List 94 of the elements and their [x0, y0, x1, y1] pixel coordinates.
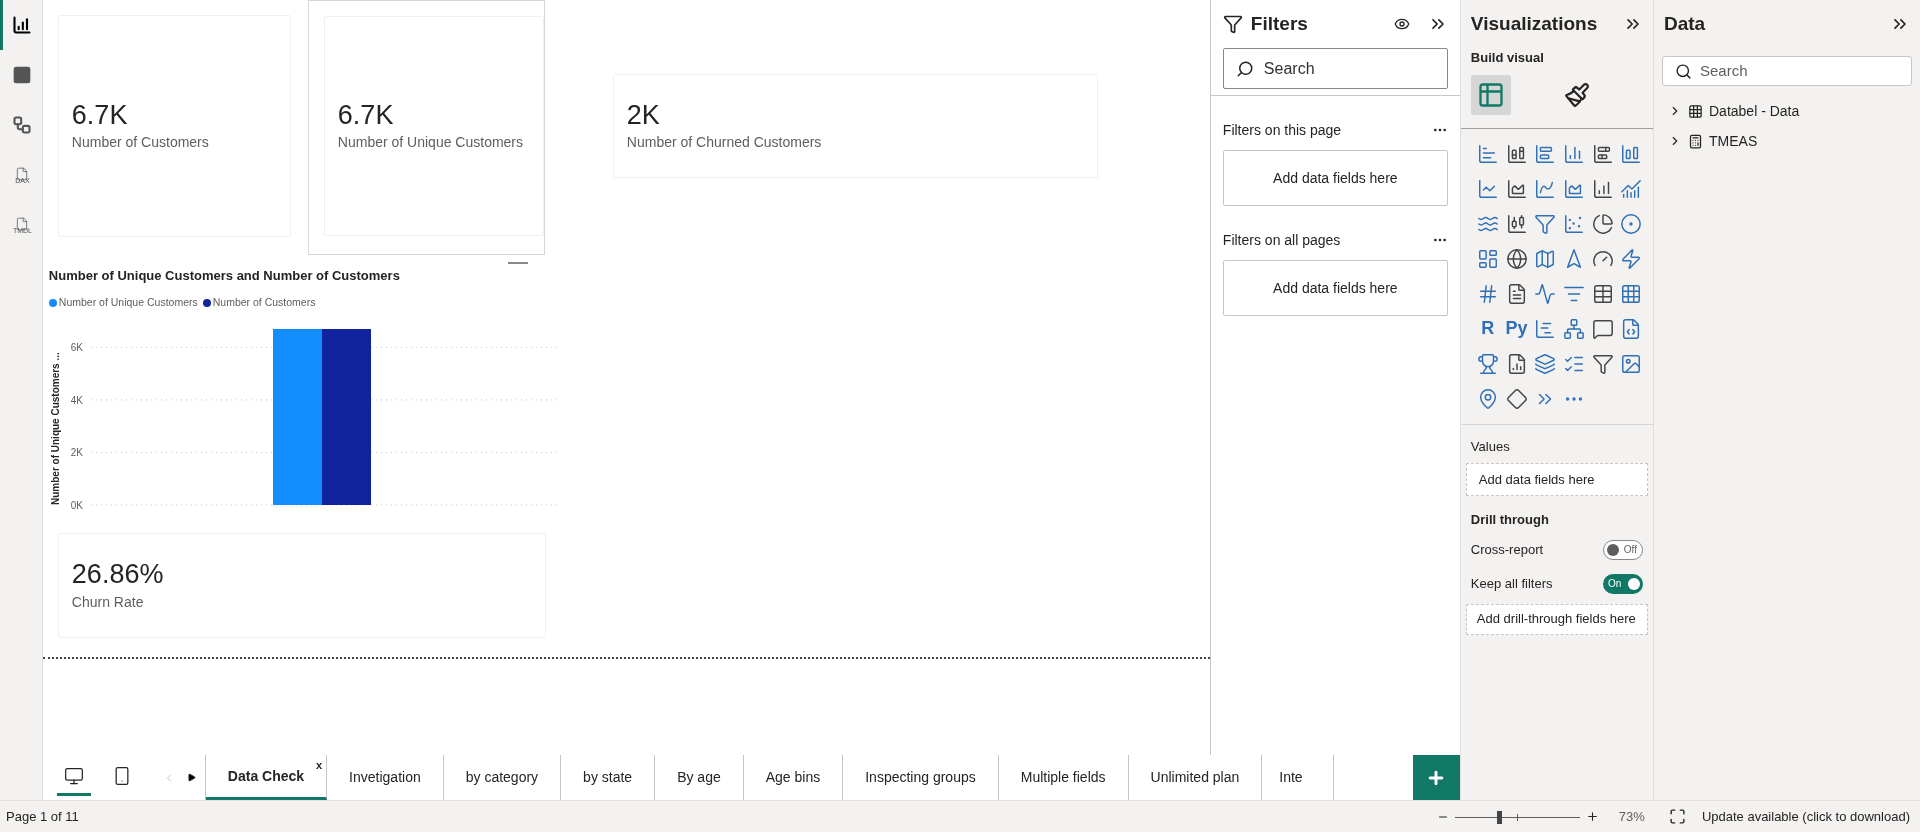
stacked-column-chart-icon[interactable] — [1505, 142, 1528, 165]
selection-frame[interactable]: 6.7K Number of Unique Customers — [307, 0, 545, 255]
funnel-icon[interactable] — [1591, 352, 1614, 375]
trophy-icon[interactable] — [1476, 352, 1499, 375]
update-link[interactable]: Update available (click to download) — [1701, 806, 1910, 827]
card-value: 6.7K — [337, 98, 395, 132]
model-view-icon — [12, 115, 33, 135]
tree-icon[interactable] — [1562, 317, 1585, 340]
column-chart-icon[interactable] — [1562, 142, 1585, 165]
eye-icon[interactable] — [1393, 16, 1410, 32]
section-heading: Values — [1469, 437, 1511, 456]
tree-item[interactable]: TMEAS — [1654, 126, 1920, 156]
line-chart-icon[interactable] — [1534, 177, 1557, 200]
drop-zone[interactable]: Add drill-through fields here — [1465, 603, 1648, 635]
card-value: 6.7K — [71, 98, 129, 132]
area-chart-icon[interactable] — [1505, 177, 1528, 200]
table-name: TMEAS — [1709, 131, 1758, 151]
card-visual[interactable]: 6.7K Number of Unique Customers — [323, 16, 544, 236]
section-heading: Drill through — [1469, 511, 1550, 529]
y-axis-label: Number of Unique Customers ... — [49, 352, 61, 505]
card-value: 26.86% — [71, 558, 165, 592]
table-icon — [1688, 103, 1703, 119]
y-tick-label: 4K — [70, 394, 83, 406]
section-heading: Filters on this page — [1222, 120, 1342, 140]
pane-title: Visualizations — [1470, 11, 1599, 36]
close-tab-glyph[interactable]: x — [316, 757, 323, 774]
desktop-icon — [63, 766, 84, 786]
table-name: Databel - Data — [1709, 101, 1800, 121]
funnel-icon[interactable] — [1534, 212, 1557, 235]
map-icon[interactable] — [1534, 247, 1557, 270]
card-visual[interactable]: 6.7K Number of Customers — [57, 15, 291, 237]
image-icon[interactable] — [1620, 352, 1643, 375]
pane-title: Filters — [1250, 11, 1309, 36]
layers-icon[interactable] — [1534, 352, 1557, 375]
bar-chart-icon[interactable] — [1476, 142, 1499, 165]
report-view-icon — [12, 15, 33, 35]
combo-chart-icon[interactable] — [1620, 177, 1643, 200]
scatter-chart-icon[interactable] — [1562, 212, 1585, 235]
pie-chart-icon[interactable] — [1591, 212, 1614, 235]
column-chart-icon[interactable] — [1591, 177, 1614, 200]
diamond-icon[interactable] — [1505, 387, 1528, 410]
tree-item[interactable]: Databel - Data — [1654, 96, 1920, 126]
area-chart-icon[interactable] — [1562, 177, 1585, 200]
search-input[interactable]: Search — [1263, 56, 1435, 81]
line-chart-icon[interactable] — [1476, 177, 1499, 200]
add-page-button[interactable] — [1412, 755, 1460, 800]
zoom-in-icon[interactable] — [1585, 810, 1599, 823]
paintbrush-icon — [1563, 81, 1590, 108]
y-tick-label: 2K — [70, 447, 83, 459]
toggle-label: Cross-report — [1470, 540, 1544, 559]
search-icon — [1675, 62, 1692, 80]
legend-item: Number of Unique Customers — [48, 295, 198, 311]
page-count: Page 1 of 11 — [6, 807, 80, 826]
speech-bubble-icon[interactable] — [1591, 317, 1614, 340]
toggle-switch[interactable]: On — [1603, 573, 1643, 594]
file-icon — [15, 216, 30, 231]
drop-zone[interactable]: Add data fields here — [1465, 463, 1648, 496]
card-label: Number of Customers — [71, 133, 210, 153]
card-label: Number of Unique Customers — [337, 133, 525, 153]
toggle-label: Keep all filters — [1470, 574, 1553, 593]
pane-title: Data — [1664, 11, 1707, 36]
bar-chart-icon[interactable] — [1534, 142, 1557, 165]
legend-item: Number of Customers — [202, 295, 316, 311]
table-icon[interactable] — [1591, 282, 1614, 305]
filter-icon — [1222, 14, 1243, 34]
globe-icon[interactable] — [1505, 247, 1528, 270]
zoom-slider-track[interactable] — [1454, 809, 1580, 824]
zoom-reading: 73% — [1618, 807, 1645, 826]
matrix-icon[interactable] — [1620, 282, 1643, 305]
section-heading: Filters on all pages — [1222, 230, 1341, 250]
section-heading: Build visual — [1469, 49, 1545, 67]
card-visual[interactable]: 26.86% Churn Rate — [57, 533, 546, 638]
drag-handle-icon[interactable] — [507, 262, 528, 264]
search-icon — [1235, 59, 1254, 78]
column-chart-icon[interactable] — [1620, 142, 1643, 165]
search-input[interactable]: Search — [1700, 59, 1899, 83]
card-value: 2K — [626, 98, 661, 132]
card-label: Churn Rate — [71, 592, 145, 612]
y-tick-label: 6K — [70, 342, 83, 354]
chart-title: Number of Unique Customers and Number of Customers — [48, 267, 400, 285]
drop-zone[interactable]: Add data fields here — [1222, 260, 1448, 316]
y-tick-label: 0K — [70, 500, 83, 511]
card-label: Number of Churned Customers — [626, 133, 823, 153]
toggle-switch[interactable]: Off — [1603, 539, 1643, 560]
stacked-bar-chart-icon[interactable] — [1591, 142, 1614, 165]
zoom-slider-thumb[interactable] — [1496, 810, 1502, 824]
fit-to-page-icon[interactable] — [1668, 808, 1686, 825]
calculator-table-icon — [1688, 133, 1703, 149]
search-box[interactable]: Search — [1222, 48, 1448, 89]
scroll-right-icon[interactable] — [186, 773, 196, 782]
drop-zone[interactable]: Add data fields here — [1222, 150, 1448, 206]
file-icon — [15, 166, 30, 181]
search-box[interactable]: Search — [1662, 56, 1912, 86]
card-visual[interactable]: 2K Number of Churned Customers — [612, 74, 1098, 178]
